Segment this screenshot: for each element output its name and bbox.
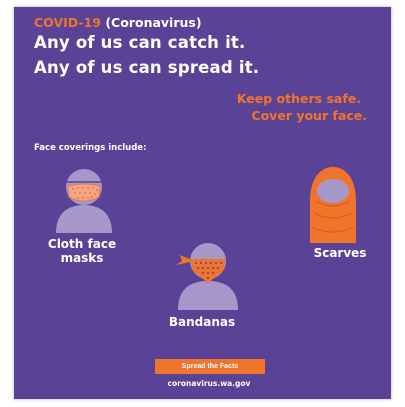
poster-title: COVID-19 (Coronavirus) — [34, 15, 202, 30]
headline-spread: Any of us can spread it. — [34, 58, 260, 77]
spread-the-facts-button[interactable]: Spread the Facts — [155, 359, 265, 374]
label-bandanas: Bandanas — [168, 315, 236, 329]
label-cloth-masks: Cloth face masks — [32, 237, 132, 265]
label-cloth-line2: masks — [60, 251, 104, 265]
website-link[interactable]: coronavirus.wa.gov — [134, 379, 284, 388]
tagline-cover-face: Cover your face. — [251, 108, 367, 123]
label-scarves: Scarves — [313, 246, 367, 260]
tagline-keep-safe: Keep others safe. — [236, 91, 361, 106]
title-accent: COVID-19 — [34, 15, 101, 30]
label-cloth-line1: Cloth face — [47, 237, 117, 251]
covid-poster: COVID-19 (Coronavirus) Any of us can cat… — [14, 7, 391, 399]
bandana-person-icon — [176, 243, 238, 310]
coverings-intro: Face coverings include: — [34, 143, 147, 153]
scarf-person-icon — [310, 167, 356, 243]
title-rest: (Coronavirus) — [100, 15, 202, 30]
cloth-mask-person-icon — [56, 169, 112, 233]
headline-catch: Any of us can catch it. — [34, 33, 246, 52]
